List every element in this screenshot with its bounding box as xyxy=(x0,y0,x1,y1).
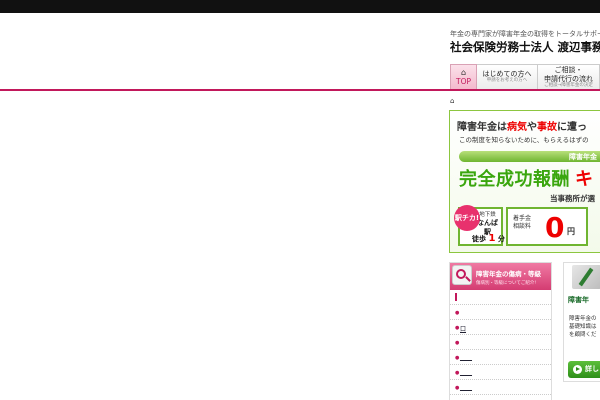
banner-note: 当事務所が選 xyxy=(550,194,595,203)
nav-consult-flow-label-1: ご相談・ xyxy=(554,66,583,74)
consult-title: 障害年 xyxy=(568,296,589,304)
category-subtitle: 傷病別・等級についてご紹介! xyxy=(476,281,537,286)
banner-green-bar-text: 障害年金 xyxy=(569,153,597,161)
magnifier-icon xyxy=(452,265,472,285)
consult-box: 障害年 障害年金の 基礎知識は を顧問くだ 詳し xyxy=(563,262,600,382)
fee-value: 0 xyxy=(545,211,565,244)
list-item[interactable] xyxy=(450,290,551,305)
list-item[interactable]: ● ____ xyxy=(450,380,551,395)
nav-first-time-sub: 申請をお考えの方へ xyxy=(486,78,528,83)
list-item[interactable]: ● ____ xyxy=(450,350,551,365)
list-item[interactable]: ● xyxy=(450,305,551,320)
details-button[interactable]: 詳し xyxy=(568,361,600,378)
category-box: 障害年金の傷病・等級 傷病別・等級についてご紹介! ● ● 口 ● ● ____ ●… xyxy=(449,262,552,400)
nav-first-time[interactable]: はじめての方へ 申請をお考えの方へ xyxy=(477,64,538,90)
category-list: ● ● 口 ● ● ____ ● ____ ● ____ xyxy=(450,290,551,395)
list-item[interactable]: ● ____ xyxy=(450,365,551,380)
fee-labels: 着手金 相談料 xyxy=(513,215,532,230)
near-station-badge: 駅チカ! xyxy=(454,205,480,231)
nav-home-tab[interactable]: ⌂ TOP xyxy=(450,64,477,90)
banner-big-text: 完全成功報酬キ xyxy=(459,169,594,190)
category-title: 障害年金の傷病・等級 xyxy=(476,270,541,278)
fee-unit: 円 xyxy=(567,227,575,236)
pen-icon xyxy=(572,265,600,289)
nav-consult-flow-label-2: 申請代行の流れ xyxy=(544,75,593,83)
site-tagline: 年金の専門家が障害年金の取得をトータルサポート xyxy=(450,30,600,38)
consult-text-3: を顧問くだ xyxy=(569,332,597,338)
details-button-label: 詳し xyxy=(585,365,599,373)
home-icon: ⌂ xyxy=(460,68,467,77)
play-icon xyxy=(573,365,582,374)
top-bar xyxy=(0,0,600,13)
list-item[interactable]: ● xyxy=(450,335,551,350)
nav-first-time-label: はじめての方へ xyxy=(482,70,532,78)
consult-text-2: 基礎知識は xyxy=(569,324,597,330)
banner-headline: 障害年金は病気や事故に遭っ xyxy=(457,122,587,133)
nav-home-label: TOP xyxy=(455,77,471,86)
breadcrumb-home-icon[interactable]: ⌂ xyxy=(450,97,454,105)
list-item[interactable]: ● 口 xyxy=(450,320,551,335)
banner-subline: この制度を知らないために、もらえるはずの xyxy=(459,136,589,144)
hero-banner[interactable]: 障害年金は病気や事故に遭っ この制度を知らないために、もらえるはずの 障害年金 … xyxy=(449,110,600,253)
banner-green-bar: 障害年金 xyxy=(459,151,600,162)
nav-divider xyxy=(0,89,600,91)
nav-consult-flow[interactable]: ご相談・ 申請代行の流れ ご相談→障害年金の決定 xyxy=(538,64,600,90)
fee-box: 着手金 相談料 0 円 xyxy=(506,207,588,246)
firm-name-logo[interactable]: 社会保険労務士法人 渡辺事務 xyxy=(450,39,600,55)
category-header[interactable]: 障害年金の傷病・等級 傷病別・等級についてご紹介! xyxy=(450,263,551,290)
consult-text-1: 障害年金の xyxy=(569,316,597,322)
station-walk: 徒歩 1 分 xyxy=(472,233,505,244)
